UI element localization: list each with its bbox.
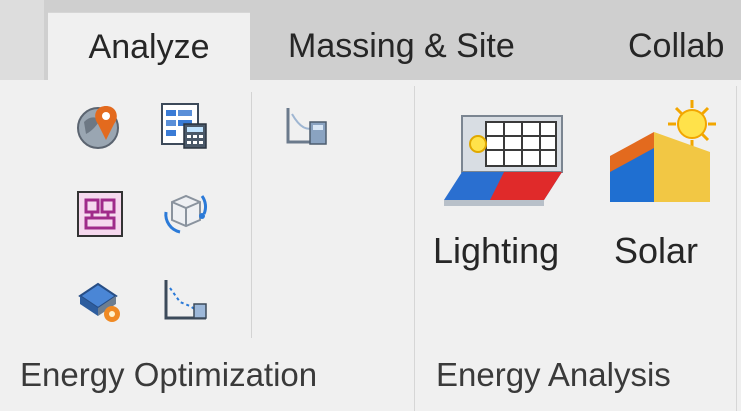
tab-analyze[interactable]: Analyze: [48, 12, 250, 81]
generate-model-icon[interactable]: [156, 186, 212, 242]
solar-analysis-button[interactable]: [606, 96, 716, 206]
building-performance-icon[interactable]: [72, 272, 128, 328]
solar-analysis-icon: [610, 100, 716, 202]
energy-optimization-panel-label: Energy Optimization: [20, 356, 318, 393]
panel-separator: [414, 86, 415, 411]
solar-label[interactable]: Solar: [614, 230, 698, 272]
lighting-label[interactable]: Lighting: [433, 230, 559, 272]
lighting-analysis-button[interactable]: [444, 106, 572, 208]
tab-collaborate[interactable]: Collab: [628, 12, 724, 80]
location-pin-globe-icon[interactable]: [72, 98, 128, 154]
tab-bar-left-pad: [0, 0, 44, 80]
lighting-analysis-icon: [444, 115, 563, 206]
results-compare-icon[interactable]: [156, 272, 212, 328]
inner-separator: [251, 92, 252, 338]
ribbon-tab-bar: Analyze Massing & Site Collab: [0, 0, 741, 81]
tab-massing-site[interactable]: Massing & Site: [288, 12, 515, 80]
energy-analysis-panel-label: Energy Analysis: [436, 356, 671, 393]
system-analysis-icon[interactable]: [278, 98, 334, 154]
energy-settings-icon[interactable]: [156, 98, 212, 154]
panel-separator: [736, 86, 737, 411]
create-energy-model-icon[interactable]: [72, 186, 128, 242]
